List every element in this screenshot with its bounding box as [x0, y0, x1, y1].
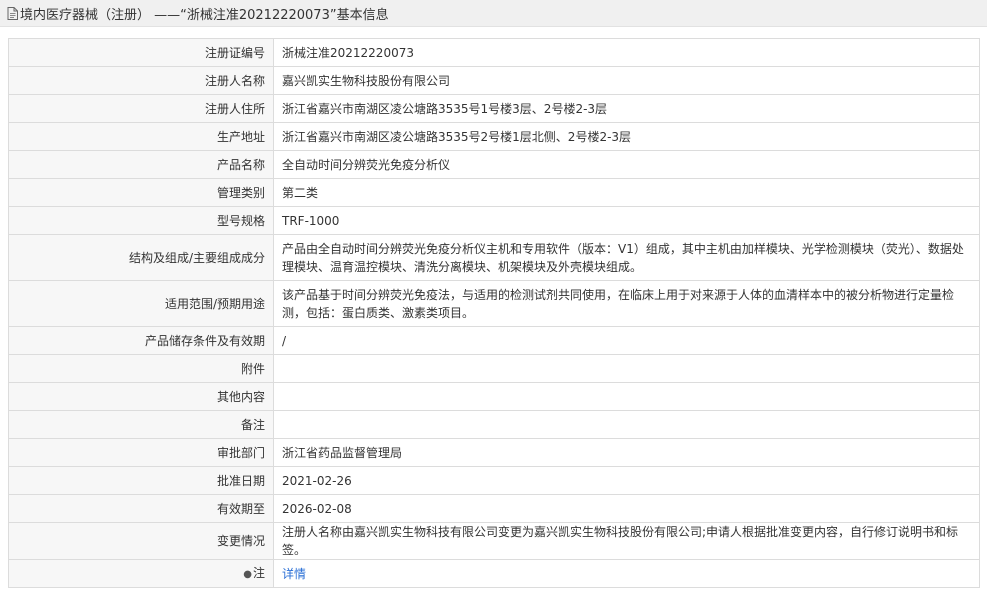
- note-label-cell: ●注: [8, 559, 274, 588]
- row-value: 浙械注准20212220073: [273, 38, 980, 67]
- row-value: 该产品基于时间分辨荧光免疫法，与适用的检测试剂共同使用，在临床上用于对来源于人体…: [273, 280, 980, 327]
- row-value: 2021-02-26: [273, 466, 980, 495]
- table-row: 备注: [8, 410, 980, 439]
- table-row: 结构及组成/主要组成成分 产品由全自动时间分辨荧光免疫分析仪主机和专用软件（版本…: [8, 234, 980, 281]
- table-row: 附件: [8, 354, 980, 383]
- row-value: 浙江省嘉兴市南湖区凌公塘路3535号2号楼1层北侧、2号楼2-3层: [273, 122, 980, 151]
- table-row: 产品名称 全自动时间分辨荧光免疫分析仪: [8, 150, 980, 179]
- row-value: 嘉兴凯实生物科技股份有限公司: [273, 66, 980, 95]
- table-row: 注册人住所 浙江省嘉兴市南湖区凌公塘路3535号1号楼3层、2号楼2-3层: [8, 94, 980, 123]
- row-value: [273, 410, 980, 439]
- table-row: 产品储存条件及有效期 /: [8, 326, 980, 355]
- row-value: [273, 354, 980, 383]
- table-row: 注册证编号 浙械注准20212220073: [8, 38, 980, 67]
- row-label: 其他内容: [8, 382, 274, 411]
- row-label: 产品名称: [8, 150, 274, 179]
- row-value: [273, 382, 980, 411]
- row-value: 第二类: [273, 178, 980, 207]
- row-value: 产品由全自动时间分辨荧光免疫分析仪主机和专用软件（版本：V1）组成，其中主机由加…: [273, 234, 980, 281]
- table-row: 其他内容: [8, 382, 980, 411]
- row-label: 管理类别: [8, 178, 274, 207]
- row-label: 备注: [8, 410, 274, 439]
- row-label: 注册人住所: [8, 94, 274, 123]
- row-value: 2026-02-08: [273, 494, 980, 523]
- table-row: 变更情况 注册人名称由嘉兴凯实生物科技有限公司变更为嘉兴凯实生物科技股份有限公司…: [8, 522, 980, 560]
- row-value: 浙江省药品监督管理局: [273, 438, 980, 467]
- row-label: 有效期至: [8, 494, 274, 523]
- row-label: 结构及组成/主要组成成分: [8, 234, 274, 281]
- row-value: 全自动时间分辨荧光免疫分析仪: [273, 150, 980, 179]
- row-label: 变更情况: [8, 522, 274, 560]
- table-row: 型号规格 TRF-1000: [8, 206, 980, 235]
- table-row: 注册人名称 嘉兴凯实生物科技股份有限公司: [8, 66, 980, 95]
- note-label: 注: [252, 565, 265, 580]
- note-row: ●注 详情: [8, 559, 980, 588]
- row-value: 浙江省嘉兴市南湖区凌公塘路3535号1号楼3层、2号楼2-3层: [273, 94, 980, 123]
- table-row: 批准日期 2021-02-26: [8, 466, 980, 495]
- row-label: 适用范围/预期用途: [8, 280, 274, 327]
- row-label: 型号规格: [8, 206, 274, 235]
- table-row: 适用范围/预期用途 该产品基于时间分辨荧光免疫法，与适用的检测试剂共同使用，在临…: [8, 280, 980, 327]
- table-row: 生产地址 浙江省嘉兴市南湖区凌公塘路3535号2号楼1层北侧、2号楼2-3层: [8, 122, 980, 151]
- lightbulb-icon: ●: [243, 568, 252, 580]
- detail-table: 注册证编号 浙械注准20212220073 注册人名称 嘉兴凯实生物科技股份有限…: [8, 38, 980, 588]
- row-label: 注册证编号: [8, 38, 274, 67]
- table-row: 审批部门 浙江省药品监督管理局: [8, 438, 980, 467]
- row-label: 批准日期: [8, 466, 274, 495]
- details-link[interactable]: 详情: [282, 567, 306, 581]
- row-label: 生产地址: [8, 122, 274, 151]
- page-title: 境内医疗器械（注册） ——“浙械注准20212220073”基本信息: [20, 7, 389, 23]
- row-value: TRF-1000: [273, 206, 980, 235]
- row-label: 产品储存条件及有效期: [8, 326, 274, 355]
- row-label: 附件: [8, 354, 274, 383]
- document-icon: [7, 6, 18, 20]
- table-row: 管理类别 第二类: [8, 178, 980, 207]
- note-value-cell: 详情: [273, 559, 980, 588]
- page-title-bar: 境内医疗器械（注册） ——“浙械注准20212220073”基本信息: [0, 0, 987, 27]
- row-label: 审批部门: [8, 438, 274, 467]
- table-row: 有效期至 2026-02-08: [8, 494, 980, 523]
- row-value: /: [273, 326, 980, 355]
- row-value: 注册人名称由嘉兴凯实生物科技有限公司变更为嘉兴凯实生物科技股份有限公司;申请人根…: [273, 522, 980, 560]
- row-label: 注册人名称: [8, 66, 274, 95]
